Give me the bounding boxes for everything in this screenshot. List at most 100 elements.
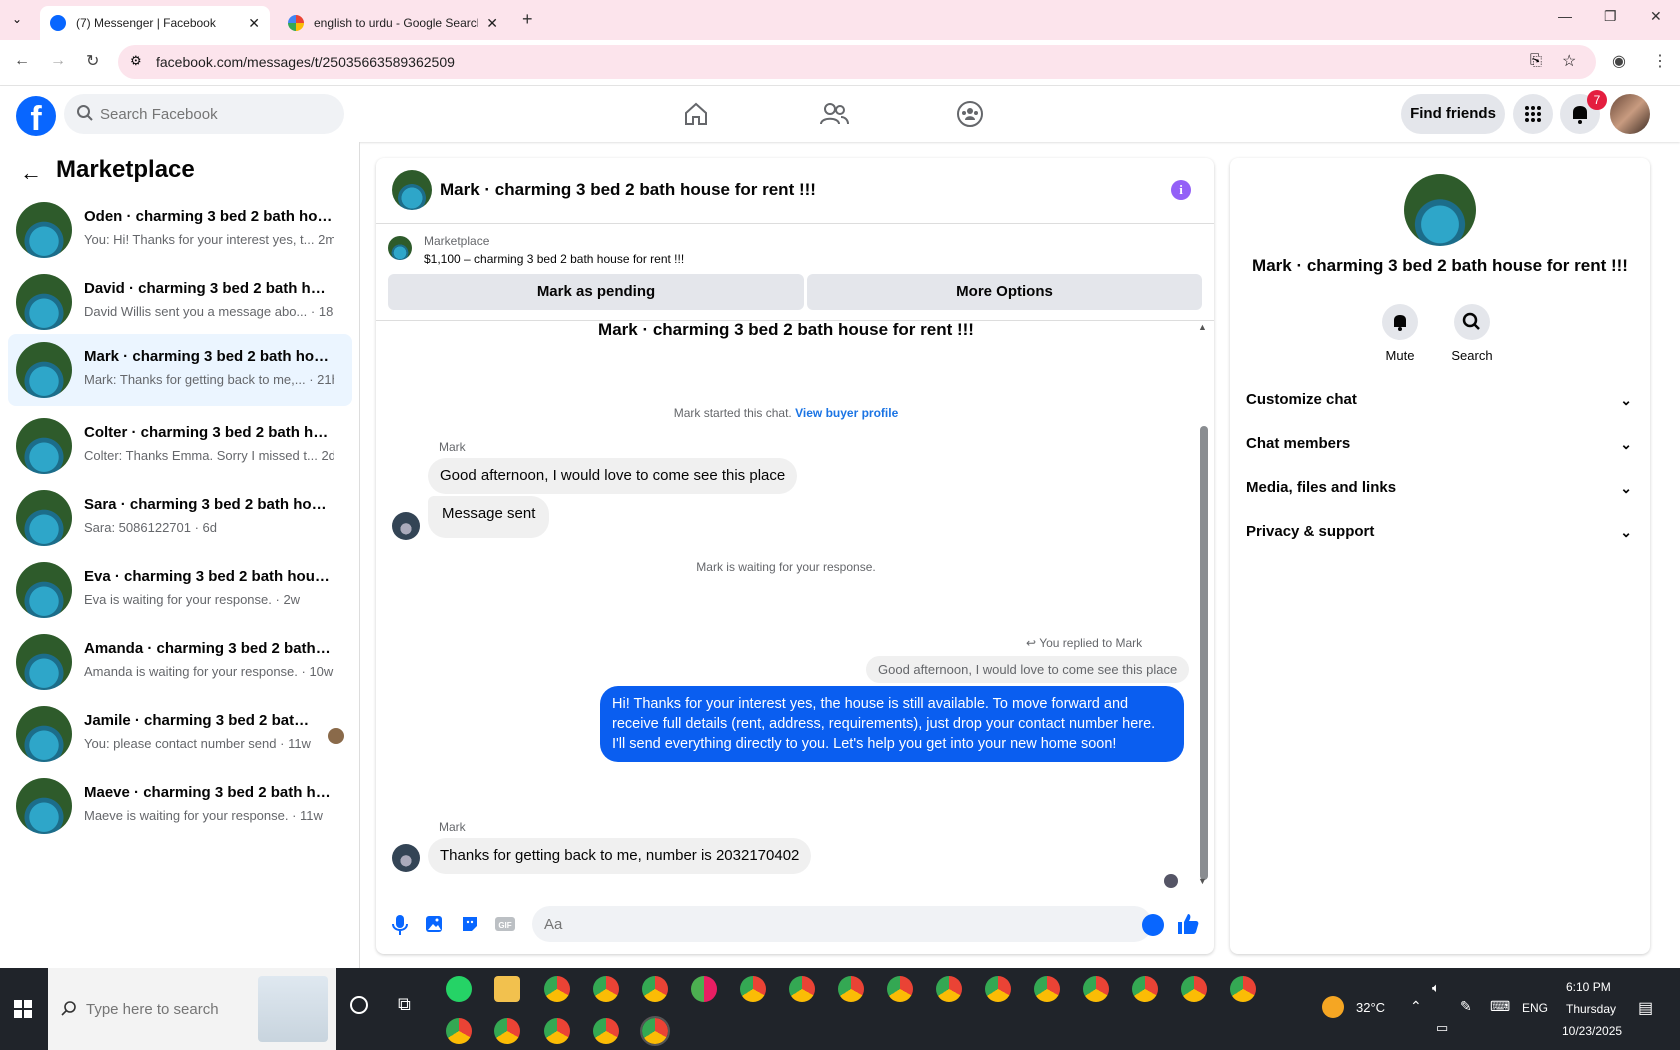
- bookmark-star-icon[interactable]: ☆: [1562, 51, 1576, 71]
- media-files-links-section[interactable]: Media, files and links ⌄: [1246, 470, 1636, 506]
- photo-icon[interactable]: [424, 914, 444, 934]
- chrome-icon[interactable]: [1181, 976, 1207, 1002]
- whatsapp-icon[interactable]: [446, 976, 472, 1002]
- sticker-icon[interactable]: [460, 914, 480, 934]
- conversation-item[interactable]: Sara · charming 3 bed 2 bath house for r…: [8, 486, 352, 550]
- keyboard-icon[interactable]: ⌨: [1490, 998, 1510, 1015]
- conversation-item[interactable]: Eva · charming 3 bed 2 bath house for re…: [8, 558, 352, 622]
- chrome-icon[interactable]: [936, 976, 962, 1002]
- tab-messenger[interactable]: (7) Messenger | Facebook ✕: [40, 6, 270, 40]
- quoted-message[interactable]: Good afternoon, I would love to come see…: [866, 656, 1190, 683]
- weather-icon[interactable]: [1322, 996, 1344, 1018]
- menu-grid-button[interactable]: [1513, 94, 1553, 134]
- tab-search-chevron-icon[interactable]: ⌄: [12, 12, 22, 26]
- clock-date[interactable]: 10/23/2025: [1562, 1024, 1622, 1038]
- show-hidden-icons-icon[interactable]: ⌃: [1410, 998, 1422, 1015]
- address-bar[interactable]: ⚙ facebook.com/messages/t/25035663589362…: [118, 45, 1596, 79]
- friends-icon[interactable]: [819, 100, 849, 128]
- groups-icon[interactable]: [956, 100, 984, 128]
- message-input[interactable]: [544, 906, 1104, 942]
- find-friends-button[interactable]: Find friends: [1401, 94, 1505, 134]
- chrome-icon[interactable]: [1034, 976, 1060, 1002]
- listing-avatar-large[interactable]: [1404, 174, 1476, 246]
- chrome-icon[interactable]: [1083, 976, 1109, 1002]
- site-info-icon[interactable]: ⚙: [130, 53, 142, 69]
- chrome-icon[interactable]: [593, 976, 619, 1002]
- chrome-icon[interactable]: [593, 1018, 619, 1044]
- install-app-icon[interactable]: ⎘: [1530, 52, 1542, 69]
- conversation-item[interactable]: David · charming 3 bed 2 bath house for …: [8, 270, 352, 334]
- url-text[interactable]: facebook.com/messages/t/2503566358936250…: [156, 54, 455, 70]
- listing-title[interactable]: $1,100 – charming 3 bed 2 bath house for…: [424, 252, 684, 266]
- facebook-logo-icon[interactable]: f: [16, 96, 56, 136]
- conversation-item[interactable]: Maeve · charming 3 bed 2 bath house for …: [8, 774, 352, 838]
- chat-members-section[interactable]: Chat members ⌄: [1246, 426, 1636, 462]
- chrome-icon[interactable]: [642, 976, 668, 1002]
- view-buyer-profile-link[interactable]: View buyer profile: [795, 406, 898, 420]
- back-icon[interactable]: ←: [14, 52, 30, 70]
- task-view-icon[interactable]: ⧉: [398, 994, 411, 1015]
- thumbs-up-icon[interactable]: [1176, 912, 1200, 936]
- mark-as-pending-button[interactable]: Mark as pending: [388, 274, 804, 310]
- chrome-icon[interactable]: [838, 976, 864, 1002]
- search-input[interactable]: [100, 94, 330, 134]
- chrome-icon[interactable]: [1230, 976, 1256, 1002]
- scroll-down-icon[interactable]: ▼: [1198, 876, 1207, 886]
- chat-title[interactable]: Mark · charming 3 bed 2 bath house for r…: [440, 180, 816, 200]
- clock-day[interactable]: Thursday: [1566, 1002, 1616, 1016]
- chrome-icon[interactable]: [544, 1018, 570, 1044]
- chrome-icon[interactable]: [1132, 976, 1158, 1002]
- gif-icon[interactable]: GIF: [494, 914, 516, 934]
- chrome-icon[interactable]: [494, 1018, 520, 1044]
- account-avatar[interactable]: [1610, 94, 1650, 134]
- mute-button[interactable]: Mute: [1370, 304, 1430, 363]
- clock-time[interactable]: 6:10 PM: [1566, 980, 1611, 994]
- chrome-profile-icon[interactable]: [691, 976, 717, 1002]
- restore-icon[interactable]: ❐: [1604, 8, 1617, 25]
- network-icon[interactable]: ▭: [1436, 1020, 1448, 1036]
- chrome-icon[interactable]: [985, 976, 1011, 1002]
- customize-chat-section[interactable]: Customize chat ⌄: [1246, 382, 1636, 418]
- action-center-icon[interactable]: ▤: [1638, 998, 1653, 1018]
- chrome-icon[interactable]: [740, 976, 766, 1002]
- search-conversation-button[interactable]: Search: [1442, 304, 1502, 363]
- chrome-icon[interactable]: [887, 976, 913, 1002]
- tab-google[interactable]: english to urdu - Google Search ✕: [278, 6, 508, 40]
- close-tab-icon[interactable]: ✕: [486, 15, 498, 32]
- message-composer[interactable]: [532, 906, 1152, 942]
- scrollbar-thumb[interactable]: [1200, 426, 1208, 880]
- mark-avatar[interactable]: [392, 844, 420, 872]
- taskbar-search[interactable]: [48, 968, 336, 1050]
- conversation-item-selected[interactable]: Mark · charming 3 bed 2 bath house for r…: [8, 334, 352, 406]
- conversation-item[interactable]: Colter · charming 3 bed 2 bath house for…: [8, 414, 352, 478]
- temperature[interactable]: 32°C: [1356, 1000, 1385, 1015]
- chrome-icon-active[interactable]: [640, 1016, 670, 1046]
- taskbar-search-input[interactable]: [86, 998, 266, 1020]
- profile-icon[interactable]: ◉: [1612, 51, 1626, 71]
- home-icon[interactable]: [682, 100, 710, 128]
- chrome-icon[interactable]: [544, 976, 570, 1002]
- conversation-item[interactable]: Jamile · charming 3 bed 2 bath ... You: …: [8, 702, 352, 766]
- chrome-icon[interactable]: [446, 1018, 472, 1044]
- file-explorer-icon[interactable]: [494, 976, 520, 1002]
- microphone-icon[interactable]: [390, 914, 410, 936]
- conversation-item[interactable]: Oden · charming 3 bed 2 bath house for r…: [8, 198, 352, 262]
- language-indicator[interactable]: ENG: [1522, 1001, 1548, 1015]
- menu-kebab-icon[interactable]: ⋮: [1652, 51, 1668, 71]
- volume-icon[interactable]: 🔈︎: [1432, 980, 1440, 996]
- chrome-icon[interactable]: [789, 976, 815, 1002]
- conversation-item[interactable]: Amanda · charming 3 bed 2 bath house for…: [8, 630, 352, 694]
- close-tab-icon[interactable]: ✕: [248, 15, 260, 32]
- scroll-up-icon[interactable]: ▲: [1198, 322, 1207, 332]
- mark-avatar[interactable]: [392, 512, 420, 540]
- windows-start-icon[interactable]: [14, 1000, 32, 1018]
- close-window-icon[interactable]: ✕: [1650, 8, 1662, 25]
- chat-avatar[interactable]: [392, 170, 432, 210]
- minimize-icon[interactable]: —: [1558, 8, 1572, 24]
- info-icon[interactable]: i: [1171, 180, 1191, 200]
- new-tab-icon[interactable]: +: [522, 9, 533, 30]
- emoji-icon[interactable]: [1142, 914, 1164, 936]
- facebook-search[interactable]: [64, 94, 344, 134]
- listing-thumbnail[interactable]: [388, 236, 412, 260]
- pen-icon[interactable]: ✎: [1460, 998, 1472, 1015]
